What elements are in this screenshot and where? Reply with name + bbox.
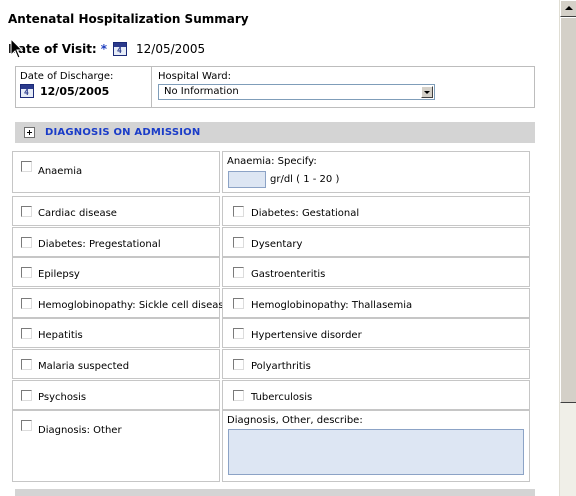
diagnosis-cell: Psychosis xyxy=(12,379,220,410)
anaemia-checkbox[interactable] xyxy=(21,161,32,172)
diagnosis-row: Diagnosis: Other Diagnosis, Other, descr… xyxy=(12,410,530,483)
diagnosis-other-checkbox[interactable] xyxy=(21,420,32,432)
diagnosis-other-cell: Diagnosis, Other, describe: xyxy=(222,410,530,483)
diagnosis-cell: Hypertensive disorder xyxy=(222,318,530,349)
diagnosis-cell: Epilepsy xyxy=(12,257,220,288)
section-title: DIAGNOSIS ON ADMISSION xyxy=(45,127,201,138)
calendar-icon[interactable] xyxy=(20,84,34,98)
diagnosis-checkbox[interactable] xyxy=(233,297,244,309)
diagnosis-label: Malaria suspected xyxy=(38,360,130,372)
required-marker: * xyxy=(100,42,108,56)
diagnosis-label: Cardiac disease xyxy=(38,208,117,219)
diagnosis-checkbox[interactable] xyxy=(21,206,32,217)
scroll-thumb[interactable] xyxy=(560,17,576,403)
anaemia-label: Anaemia xyxy=(38,166,83,177)
hospital-ward-selected: No Information xyxy=(164,86,239,97)
diagnosis-other-describe-label: Diagnosis, Other, describe: xyxy=(227,415,363,427)
anaemia-specify-label: Anaemia: Specify: xyxy=(227,156,317,167)
diagnosis-cell: Tuberculosis xyxy=(222,379,530,410)
hospital-ward-group: Hospital Ward: No Information xyxy=(158,71,435,100)
diagnosis-checkbox[interactable] xyxy=(21,297,32,309)
diagnosis-row: Cardiac disease Diabetes: Gestational xyxy=(12,196,530,226)
diagnosis-row: Psychosis Tuberculosis xyxy=(12,379,530,410)
diagnosis-checkbox[interactable] xyxy=(233,206,244,217)
visit-date-row: Date of Visit: * 12/05/2005 xyxy=(8,40,205,58)
diagnosis-other-textarea[interactable] xyxy=(228,429,524,476)
diagnosis-label: Gastroenteritis xyxy=(251,269,326,281)
diagnosis-label: Hepatitis xyxy=(38,330,83,342)
diagnosis-label: Hemoglobinopathy: Thallasemia xyxy=(251,299,413,311)
diagnosis-checkbox[interactable] xyxy=(21,389,32,401)
diagnosis-grid: Anaemia Anaemia: Specify: gr/dl ( 1 - 20… xyxy=(12,151,530,483)
discharge-date-value: 12/05/2005 xyxy=(40,84,110,98)
calendar-icon[interactable] xyxy=(113,42,128,56)
diagnosis-cell: Anaemia xyxy=(12,151,220,193)
diagnosis-label: Psychosis xyxy=(38,391,87,403)
diagnosis-row: Malaria suspected Polyarthritis xyxy=(12,348,530,379)
diagnosis-row: Hepatitis Hypertensive disorder xyxy=(12,318,530,349)
diagnosis-checkbox[interactable] xyxy=(21,328,32,340)
diagnosis-label: Epilepsy xyxy=(38,269,80,281)
diagnosis-label: Polyarthritis xyxy=(251,360,311,372)
diagnosis-label: Dysentary xyxy=(251,238,303,250)
diagnosis-checkbox[interactable] xyxy=(233,358,244,370)
diagnosis-cell: Hemoglobinopathy: Sickle cell disease xyxy=(12,287,230,318)
anaemia-unit-label: gr/dl ( 1 - 20 ) xyxy=(270,174,340,185)
diagnosis-cell: Gastroenteritis xyxy=(222,257,530,288)
diagnosis-cell: Dysentary xyxy=(222,226,530,257)
form-page: Antenatal Hospitalization Summary Date o… xyxy=(0,0,559,496)
mouse-pointer-icon xyxy=(10,38,24,59)
diagnosis-label: Diabetes: Pregestational xyxy=(38,238,161,250)
diagnosis-cell: Malaria suspected xyxy=(12,348,220,379)
scroll-up-arrow-icon[interactable] xyxy=(560,0,576,17)
discharge-panel: Date of Discharge: 12/05/2005 Hospital W… xyxy=(15,66,535,108)
diagnosis-row: Anaemia Anaemia: Specify: gr/dl ( 1 - 20… xyxy=(12,151,530,193)
diagnosis-row: Hemoglobinopathy: Sickle cell disease Hem… xyxy=(12,287,530,318)
diagnosis-row: Diabetes: Pregestational Dysentary xyxy=(12,226,530,257)
diagnosis-cell: Hemoglobinopathy: Thallasemia xyxy=(222,287,530,318)
page-title: Antenatal Hospitalization Summary xyxy=(8,12,249,26)
diagnosis-other-label: Diagnosis: Other xyxy=(38,425,122,437)
diagnosis-label: Hemoglobinopathy: Sickle cell disease xyxy=(38,299,230,311)
diagnosis-label: Hypertensive disorder xyxy=(251,330,362,342)
hospital-ward-select[interactable]: No Information xyxy=(158,84,435,100)
expand-plus-icon[interactable] xyxy=(24,127,35,138)
discharge-date-group: Date of Discharge: 12/05/2005 xyxy=(20,71,148,98)
diagnosis-checkbox[interactable] xyxy=(233,236,244,248)
vertical-scrollbar[interactable] xyxy=(559,0,576,496)
diagnosis-cell: Diabetes: Pregestational xyxy=(12,226,220,257)
anaemia-specify-cell: Anaemia: Specify: gr/dl ( 1 - 20 ) xyxy=(222,151,530,193)
diagnosis-cell: Diabetes: Gestational xyxy=(222,196,530,226)
diagnosis-cell: Cardiac disease xyxy=(12,196,220,226)
diagnosis-cell: Polyarthritis xyxy=(222,348,530,379)
discharge-date-label: Date of Discharge: xyxy=(20,71,114,82)
diagnosis-cell: Hepatitis xyxy=(12,318,220,349)
diagnosis-checkbox[interactable] xyxy=(233,389,244,401)
diagnosis-label: Diabetes: Gestational xyxy=(251,208,360,219)
chevron-down-icon[interactable] xyxy=(421,86,433,98)
diagnosis-row: Epilepsy Gastroenteritis xyxy=(12,257,530,288)
section-header-diagnosis[interactable]: DIAGNOSIS ON ADMISSION xyxy=(15,122,535,143)
diagnosis-checkbox[interactable] xyxy=(21,358,32,370)
diagnosis-checkbox[interactable] xyxy=(233,267,244,279)
diagnosis-label: Tuberculosis xyxy=(251,391,313,403)
next-section-header[interactable] xyxy=(15,489,535,496)
diagnosis-checkbox[interactable] xyxy=(21,236,32,248)
diagnosis-checkbox[interactable] xyxy=(21,267,32,279)
divider xyxy=(151,67,152,107)
anaemia-value-input[interactable] xyxy=(228,171,266,188)
diagnosis-checkbox[interactable] xyxy=(233,328,244,340)
diagnosis-cell: Diagnosis: Other xyxy=(12,410,220,483)
visit-date-value: 12/05/2005 xyxy=(136,42,206,56)
hospital-ward-label: Hospital Ward: xyxy=(158,71,232,82)
